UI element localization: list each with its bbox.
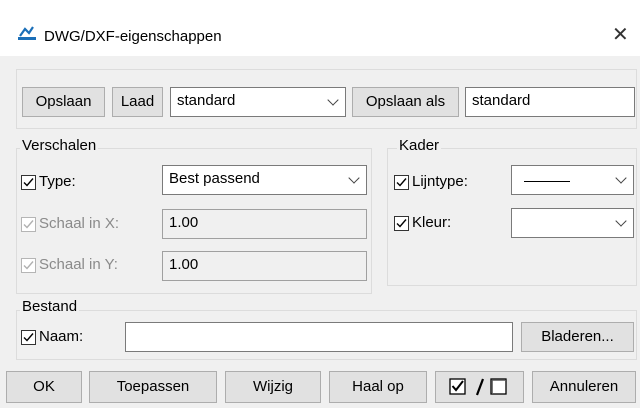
linetype-label: Lijntype: xyxy=(412,173,468,190)
chevron-down-icon xyxy=(615,172,627,184)
chevron-down-icon xyxy=(348,172,360,184)
name-label: Naam: xyxy=(39,328,84,345)
browse-button[interactable]: Bladeren... xyxy=(521,322,634,352)
close-icon[interactable]: ✕ xyxy=(612,25,629,45)
preset-select[interactable]: standard xyxy=(170,87,346,117)
color-checkbox[interactable] xyxy=(394,216,409,231)
frame-group-title: Kader xyxy=(397,137,442,155)
file-group-title: Bestand xyxy=(20,298,80,316)
chevron-down-icon xyxy=(615,215,627,227)
scale-y-label: Schaal in Y: xyxy=(39,256,118,273)
check-icon xyxy=(23,178,34,187)
change-button[interactable]: Wijzig xyxy=(225,371,321,403)
color-select[interactable] xyxy=(511,208,634,238)
save-button[interactable]: Opslaan xyxy=(22,87,105,117)
scale-y-checkbox xyxy=(21,258,36,273)
check-icon xyxy=(23,333,34,342)
scale-y-field: 1.00 xyxy=(162,251,367,281)
scale-x-label: Schaal in X: xyxy=(39,215,120,232)
check-toggle-icon xyxy=(449,378,507,396)
type-label: Type: xyxy=(39,173,76,190)
type-select-value: Best passend xyxy=(169,170,260,187)
linetype-checkbox[interactable] xyxy=(394,175,409,190)
name-checkbox[interactable] xyxy=(21,330,36,345)
check-icon xyxy=(23,261,34,270)
scale-group-title: Verschalen xyxy=(20,137,99,155)
load-button[interactable]: Laad xyxy=(112,87,163,117)
window-title: DWG/DXF-eigenschappen xyxy=(44,28,222,45)
file-name-field[interactable] xyxy=(125,322,513,352)
check-icon xyxy=(396,219,407,228)
cancel-button[interactable]: Annuleren xyxy=(532,371,636,403)
solid-line-sample xyxy=(524,181,570,182)
save-as-name-field[interactable]: standard xyxy=(465,87,635,117)
type-checkbox[interactable] xyxy=(21,175,36,190)
dwg-app-icon xyxy=(17,25,37,41)
toggle-all-button[interactable] xyxy=(435,371,524,403)
linetype-select[interactable] xyxy=(511,165,634,195)
retrieve-button[interactable]: Haal op xyxy=(329,371,427,403)
color-label: Kleur: xyxy=(412,214,452,231)
chevron-down-icon xyxy=(327,94,339,106)
apply-button[interactable]: Toepassen xyxy=(89,371,217,403)
check-icon xyxy=(23,220,34,229)
scale-x-field: 1.00 xyxy=(162,209,367,239)
type-select[interactable]: Best passend xyxy=(162,165,367,195)
ok-button[interactable]: OK xyxy=(6,371,82,403)
preset-select-value: standard xyxy=(177,92,236,109)
check-icon xyxy=(396,178,407,187)
scale-x-checkbox xyxy=(21,217,36,232)
save-as-button[interactable]: Opslaan als xyxy=(352,87,459,117)
